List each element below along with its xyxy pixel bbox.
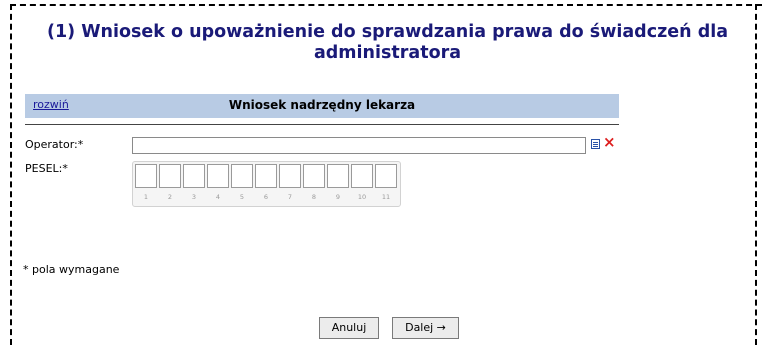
pesel-digit-box[interactable] (183, 164, 205, 188)
pesel-digit-number: 4 (215, 193, 221, 201)
pesel-digit-number: 1 (143, 193, 149, 201)
pesel-digit-number: 11 (381, 193, 391, 201)
section-header-bar: Wniosek nadrzędny lekarza rozwiń (25, 94, 619, 118)
dialog-frame-right (755, 4, 757, 345)
pesel-digit-number: 7 (287, 193, 293, 201)
pesel-digit-number: 8 (311, 193, 317, 201)
next-button[interactable]: Dalej → (392, 317, 459, 339)
pesel-digit-number: 2 (167, 193, 173, 201)
required-fields-note: * pola wymagane (23, 263, 120, 276)
pesel-digit-number: 3 (191, 193, 197, 201)
pesel-digit-number: 6 (263, 193, 269, 201)
pesel-digit-box[interactable] (327, 164, 349, 188)
page-title: (1) Wniosek o upoważnienie do sprawdzani… (46, 22, 729, 63)
section-title: Wniosek nadrzędny lekarza (228, 98, 416, 112)
pesel-digit-number: 9 (335, 193, 341, 201)
dialog-frame-top (10, 4, 762, 6)
pesel-label: PESEL:* (25, 162, 68, 175)
pesel-digit-box[interactable] (135, 164, 157, 188)
expand-link[interactable]: rozwiń (33, 98, 69, 111)
pesel-digit-box[interactable] (351, 164, 373, 188)
pesel-digit-box[interactable] (255, 164, 277, 188)
pesel-input-group: 1 2 3 4 5 6 7 8 9 10 11 (132, 161, 401, 207)
section-divider (25, 124, 619, 125)
operator-label: Operator:* (25, 138, 84, 151)
list-icon[interactable] (591, 139, 600, 149)
pesel-digit-box[interactable] (207, 164, 229, 188)
cancel-button[interactable]: Anuluj (319, 317, 379, 339)
operator-input[interactable] (132, 137, 586, 154)
pesel-digit-number: 10 (357, 193, 367, 201)
pesel-digit-box[interactable] (279, 164, 301, 188)
pesel-digit-number: 5 (239, 193, 245, 201)
pesel-digit-box[interactable] (231, 164, 253, 188)
clear-x-icon[interactable]: × (603, 135, 616, 150)
pesel-digit-box[interactable] (303, 164, 325, 188)
dialog-frame-left (10, 4, 12, 345)
pesel-digit-box[interactable] (375, 164, 397, 188)
pesel-digit-box[interactable] (159, 164, 181, 188)
